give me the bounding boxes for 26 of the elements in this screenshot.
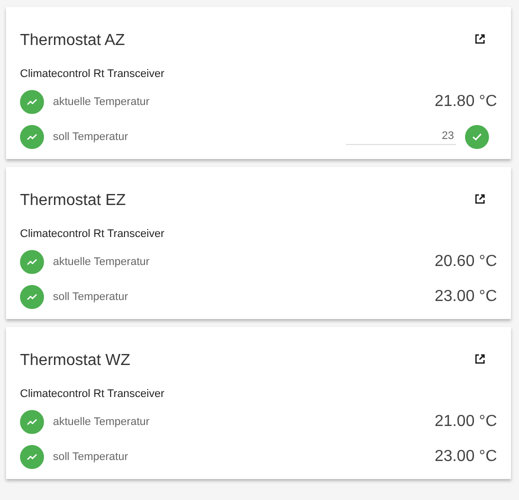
trending-up-icon bbox=[27, 454, 37, 460]
row-label: aktuelle Temperatur bbox=[53, 96, 150, 108]
temperature-value: 20.60 °C bbox=[434, 252, 497, 270]
row-label: soll Temperatur bbox=[53, 290, 129, 302]
temperature-value: 21.00 °C bbox=[434, 412, 497, 430]
temperature-value: 23.00 °C bbox=[434, 448, 497, 466]
row-label: aktuelle Temperatur bbox=[53, 416, 150, 428]
row-label: soll Temperatur bbox=[53, 130, 129, 142]
temperature-value: 23.00 °C bbox=[434, 288, 497, 306]
trending-up-icon bbox=[27, 258, 37, 264]
trending-up-icon bbox=[27, 134, 37, 140]
setpoint-field[interactable]: 23 bbox=[346, 128, 456, 145]
device-name: Climatecontrol Rt Transceiver bbox=[20, 68, 166, 80]
device-name: Climatecontrol Rt Transceiver bbox=[20, 388, 166, 400]
row-label: soll Temperatur bbox=[53, 450, 129, 462]
card-title: Thermostat AZ bbox=[20, 32, 125, 50]
row-label: aktuelle Temperatur bbox=[53, 256, 150, 268]
trending-up-icon bbox=[27, 294, 37, 300]
trending-up-icon bbox=[27, 418, 37, 424]
temperature-value: 21.80 °C bbox=[434, 92, 497, 110]
trending-up-icon bbox=[27, 98, 37, 104]
card-title: Thermostat EZ bbox=[20, 192, 126, 210]
check-icon bbox=[472, 132, 482, 140]
card-title: Thermostat WZ bbox=[20, 352, 130, 370]
device-name: Climatecontrol Rt Transceiver bbox=[20, 228, 166, 240]
confirm-button[interactable] bbox=[465, 124, 489, 148]
